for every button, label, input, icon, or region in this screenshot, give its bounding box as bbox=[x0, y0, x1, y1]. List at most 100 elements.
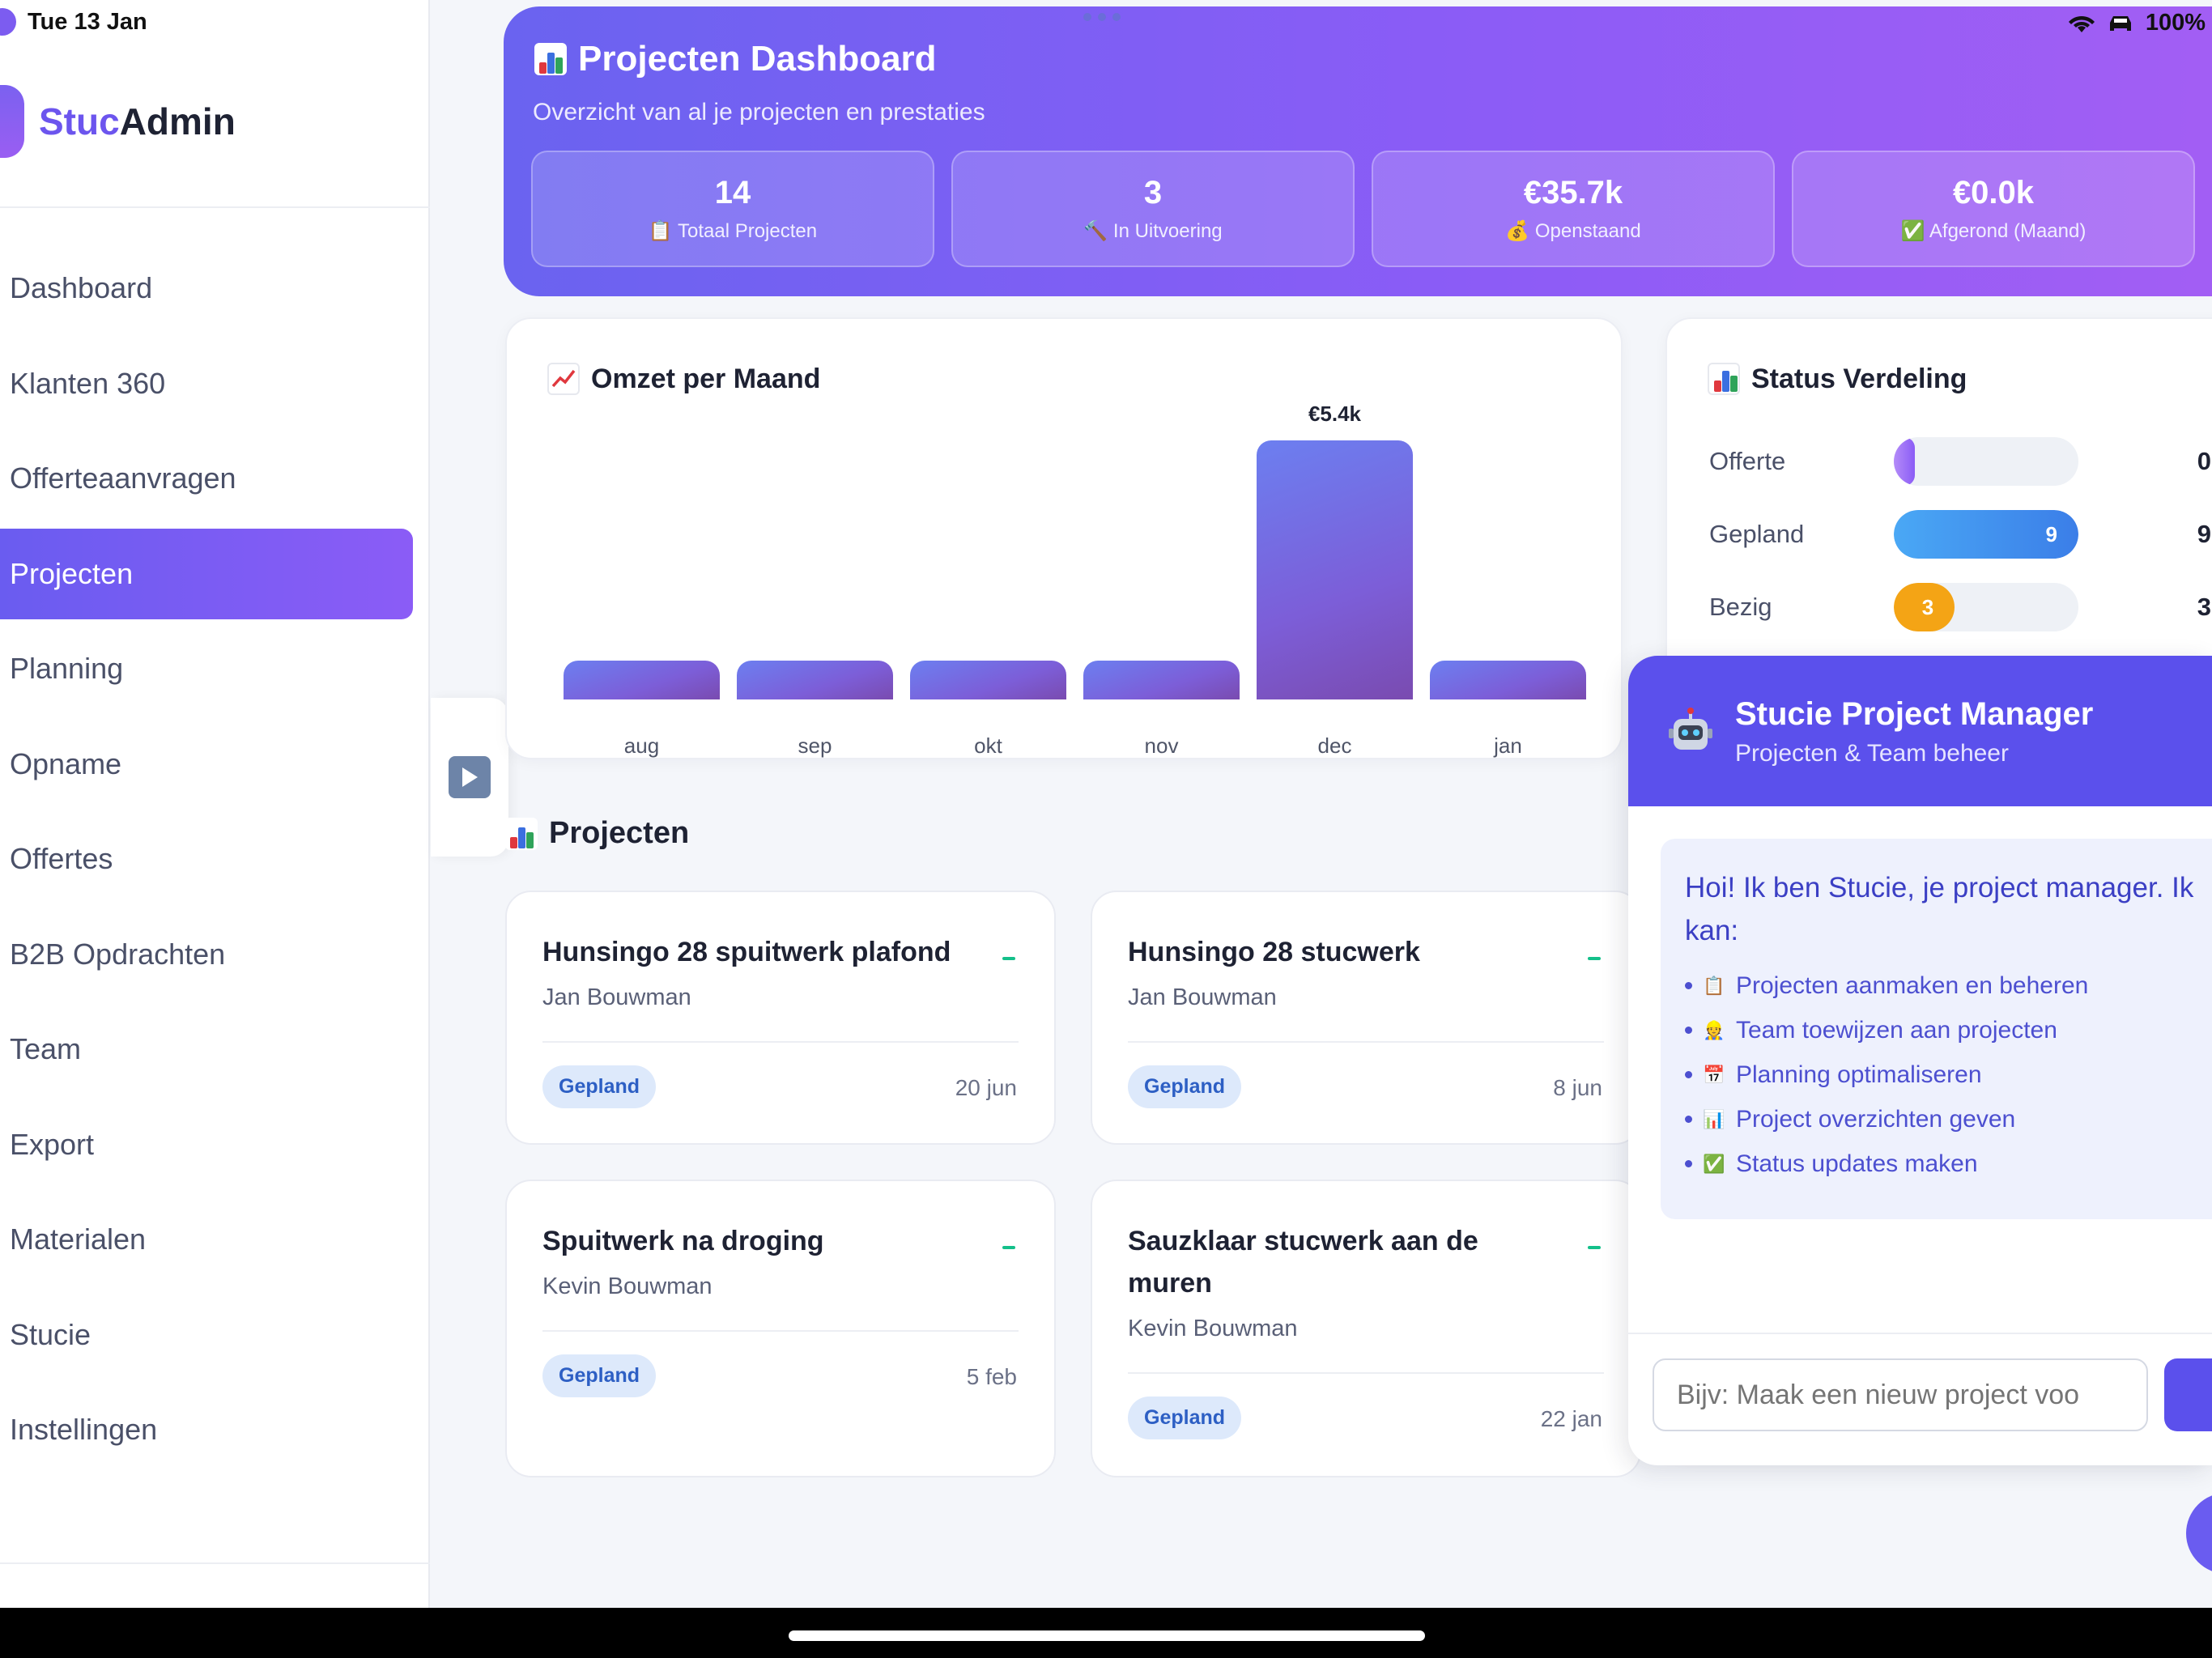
x-tick-label: nov bbox=[1144, 733, 1179, 758]
project-card[interactable]: Sauzklaar stucwerk aan de muren Kevin Bo… bbox=[1091, 1180, 1641, 1477]
divider bbox=[1128, 1041, 1604, 1043]
list-item: 📅 Planning optimaliseren bbox=[1685, 1052, 2203, 1097]
sidebar-item-projecten[interactable]: Projecten bbox=[0, 528, 413, 619]
project-date: 5 feb bbox=[966, 1364, 1017, 1389]
status-row: Gepland 9 9 bbox=[1709, 508, 2211, 560]
x-tick-label: sep bbox=[798, 733, 832, 758]
divider bbox=[542, 1041, 1019, 1043]
send-button[interactable] bbox=[2164, 1358, 2212, 1431]
home-indicator-bar bbox=[0, 1608, 2212, 1658]
status-count: 0 bbox=[2197, 447, 2211, 475]
status-bar: 7 Tue 13 Jan 100% bbox=[0, 0, 2212, 45]
clipboard-icon: 📋 bbox=[1703, 976, 1725, 996]
project-title: Spuitwerk na droging bbox=[542, 1226, 824, 1256]
stat-label: 🔨 In Uitvoering bbox=[1083, 220, 1223, 242]
project-card[interactable]: Spuitwerk na droging Kevin Bouwman Gepla… bbox=[505, 1180, 1056, 1477]
project-menu-button[interactable] bbox=[1588, 1246, 1601, 1249]
hammer-icon: 🔨 bbox=[1083, 220, 1108, 242]
assistant-chat-panel: Stucie Project Manager Projecten & Team … bbox=[1628, 656, 2212, 1465]
sidebar-item-dashboard[interactable]: Dashboard bbox=[0, 243, 413, 334]
status-bar-left: 7 Tue 13 Jan bbox=[0, 8, 147, 36]
stat-value: 3 bbox=[1143, 175, 1163, 210]
projects-heading: Projecten bbox=[505, 816, 689, 851]
project-menu-button[interactable] bbox=[1002, 1246, 1015, 1249]
brand-name: StucAdmin bbox=[39, 100, 236, 143]
chart-bar[interactable] bbox=[1430, 661, 1586, 699]
project-card[interactable]: Hunsingo 28 spuitwerk plafond Jan Bouwma… bbox=[505, 891, 1056, 1145]
stat-card-outstanding: €35.7k 💰 Openstaand bbox=[1372, 151, 1775, 267]
status-badge: Gepland bbox=[1128, 1397, 1242, 1439]
chat-input[interactable] bbox=[1653, 1358, 2148, 1431]
status-row: Offerte 0 bbox=[1709, 436, 2211, 487]
stat-value: €0.0k bbox=[1952, 175, 2035, 210]
brand-logo[interactable]: StucAdmin bbox=[0, 81, 236, 162]
assistant-fab-button[interactable] bbox=[2186, 1493, 2212, 1574]
stat-value: €35.7k bbox=[1523, 175, 1623, 210]
logo-mark-icon bbox=[0, 85, 24, 158]
revenue-chart-card: Omzet per Maand €5.4k aug sep okt nov dec jan bbox=[505, 317, 1623, 759]
status-bar-right: 100% bbox=[2068, 10, 2206, 36]
sidebar-item-stucie[interactable]: Stucie bbox=[0, 1290, 413, 1380]
project-client: Kevin Bouwman bbox=[542, 1273, 713, 1299]
sidebar-item-team[interactable]: Team bbox=[0, 1004, 413, 1095]
bar-chart-icon bbox=[1708, 363, 1740, 395]
list-item: 📋 Projecten aanmaken en beheren bbox=[1685, 963, 2203, 1008]
sidebar-toggle-button[interactable] bbox=[431, 698, 508, 857]
card-title-text: Status Verdeling bbox=[1751, 363, 1967, 394]
project-title: Hunsingo 28 spuitwerk plafond bbox=[542, 937, 951, 967]
status-bar-fill bbox=[1894, 437, 1915, 486]
multitask-dots-icon[interactable] bbox=[1083, 13, 1121, 21]
stat-label: 📋 Totaal Projecten bbox=[648, 220, 818, 242]
card-title: Omzet per Maand bbox=[547, 363, 820, 395]
chart-bar[interactable] bbox=[1083, 661, 1240, 699]
sidebar-item-offertes[interactable]: Offertes bbox=[0, 814, 413, 904]
battery-label: 100% bbox=[2145, 10, 2206, 36]
assistant-message: Hoi! Ik ben Stucie, je project manager. … bbox=[1661, 839, 2212, 1219]
sidebar-item-instellingen[interactable]: Instellingen bbox=[0, 1384, 413, 1475]
sidebar: StucAdmin Dashboard Klanten 360 Offertea… bbox=[0, 0, 430, 1608]
stat-value: 14 bbox=[714, 175, 751, 210]
list-item: ✅ Status updates maken bbox=[1685, 1141, 2203, 1186]
worker-icon: 👷 bbox=[1703, 1020, 1725, 1040]
clipboard-icon: 📋 bbox=[648, 220, 673, 242]
chart-bar[interactable] bbox=[564, 661, 720, 699]
sidebar-item-planning[interactable]: Planning bbox=[0, 623, 413, 714]
project-title: Sauzklaar stucwerk aan de muren bbox=[1128, 1226, 1478, 1299]
sidebar-item-opname[interactable]: Opname bbox=[0, 719, 413, 810]
x-tick-label: jan bbox=[1494, 733, 1522, 758]
calendar-icon: 📅 bbox=[1703, 1065, 1725, 1085]
project-card[interactable]: Hunsingo 28 stucwerk Jan Bouwman Gepland… bbox=[1091, 891, 1641, 1145]
card-title: Status Verdeling bbox=[1708, 363, 1967, 395]
message-greeting: Hoi! Ik ben Stucie, je project manager. … bbox=[1685, 872, 2194, 946]
home-indicator[interactable] bbox=[789, 1630, 1425, 1641]
data-label: €5.4k bbox=[1308, 402, 1362, 426]
sidebar-item-export[interactable]: Export bbox=[0, 1099, 413, 1190]
x-tick-label: okt bbox=[974, 733, 1002, 758]
status-badge: Gepland bbox=[1128, 1065, 1242, 1108]
sidebar-item-materialen[interactable]: Materialen bbox=[0, 1194, 413, 1285]
status-label: Offerte bbox=[1709, 447, 1786, 475]
project-menu-button[interactable] bbox=[1588, 957, 1601, 960]
status-bar-fill: 9 bbox=[1894, 510, 2078, 559]
status-badge: Gepland bbox=[542, 1065, 657, 1108]
divider bbox=[542, 1330, 1019, 1332]
chart-bar[interactable] bbox=[737, 661, 893, 699]
status-row: Bezig 3 3 bbox=[1709, 581, 2211, 633]
chart-bar[interactable] bbox=[1257, 440, 1413, 699]
sidebar-item-offerteaanvragen[interactable]: Offerteaanvragen bbox=[0, 433, 413, 524]
sidebar-item-b2b-opdrachten[interactable]: B2B Opdrachten bbox=[0, 909, 413, 1000]
stat-label: 💰 Openstaand bbox=[1505, 220, 1641, 242]
sidebar-item-klanten-360[interactable]: Klanten 360 bbox=[0, 338, 413, 429]
bar-chart-icon bbox=[505, 817, 538, 850]
check-icon: ✅ bbox=[1900, 220, 1925, 242]
stat-card-completed: €0.0k ✅ Afgerond (Maand) bbox=[1792, 151, 2195, 267]
status-bar-fill: 3 bbox=[1894, 583, 1955, 631]
project-menu-button[interactable] bbox=[1002, 957, 1015, 960]
brand-name-part1: Stuc bbox=[39, 100, 120, 142]
status-bar-track: 9 bbox=[1894, 510, 2078, 559]
project-date: 22 jan bbox=[1540, 1406, 1602, 1431]
status-badge: Gepland bbox=[542, 1354, 657, 1397]
status-date: Tue 13 Jan bbox=[28, 8, 147, 35]
chart-bar[interactable] bbox=[910, 661, 1066, 699]
status-bar-track: 3 bbox=[1894, 583, 2078, 631]
